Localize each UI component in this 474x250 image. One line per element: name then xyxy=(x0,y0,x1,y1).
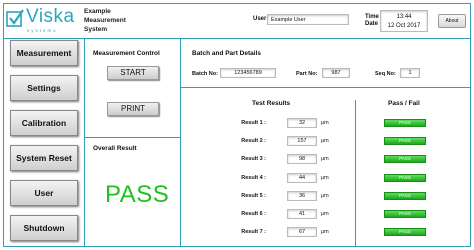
result-value-field: 41 xyxy=(287,209,317,219)
batch-no-label: Batch No: xyxy=(192,71,218,77)
batch-no-field[interactable]: 123456789 xyxy=(220,68,276,78)
result-label: Result 3 : xyxy=(241,156,266,163)
sidebar-item-measurement[interactable]: Measurement xyxy=(10,40,78,66)
result-label: Result 5 : xyxy=(241,192,266,199)
result-value-field: 157 xyxy=(287,136,317,147)
overall-divider xyxy=(84,137,180,138)
checkmark-logo-icon xyxy=(6,9,24,27)
result-label: Result 2 : xyxy=(241,138,266,145)
result-value-field: 98 xyxy=(287,154,317,165)
pass-status-badge: PASS xyxy=(384,137,426,146)
test-results-title: Test Results xyxy=(252,100,291,107)
sidebar-item-settings[interactable]: Settings xyxy=(10,75,78,101)
result-value-field: 67 xyxy=(287,227,317,238)
result-label: Result 6 : xyxy=(241,211,266,217)
pass-status-badge: PASS xyxy=(384,173,426,182)
start-button[interactable]: START xyxy=(107,66,159,80)
header-divider xyxy=(3,38,471,39)
sidebar-item-calibration[interactable]: Calibration xyxy=(10,110,78,136)
sidebar-item-shutdown[interactable]: Shutdown xyxy=(10,215,78,241)
result-unit: μm xyxy=(321,192,329,199)
batch-details-title: Batch and Part Details xyxy=(192,50,261,57)
result-unit: μm xyxy=(321,174,329,181)
pass-status-badge: PASS xyxy=(384,228,426,237)
measurement-control-title: Measurement Control xyxy=(93,50,160,57)
batch-divider xyxy=(180,87,471,88)
time-value: 13:44 xyxy=(396,14,412,20)
result-value-field: 32 xyxy=(287,118,317,128)
part-no-label: Part No: xyxy=(296,71,318,77)
user-label: User xyxy=(253,16,267,22)
time-label: Time xyxy=(365,14,379,20)
date-value: 12 Oct 2017 xyxy=(387,23,421,29)
pass-status-badge: PASS xyxy=(384,210,426,218)
result-unit: μm xyxy=(321,156,329,163)
result-unit: μm xyxy=(321,211,329,217)
brand-tagline: systems xyxy=(27,28,58,33)
result-label: Result 7 : xyxy=(241,229,266,236)
seq-no-label: Seq No: xyxy=(375,71,396,77)
viska-logo: Viska systems xyxy=(6,6,76,34)
overall-result-title: Overall Result xyxy=(93,145,137,152)
seq-no-field[interactable]: 1 xyxy=(400,68,420,78)
app-title-line: Example xyxy=(84,8,111,15)
result-unit: μm xyxy=(321,120,329,126)
result-label: Result 1 : xyxy=(241,120,266,126)
part-no-field[interactable]: 987 xyxy=(322,68,350,78)
sidebar-divider xyxy=(84,39,85,247)
pass-status-badge: PASS xyxy=(384,191,426,200)
result-value-field: 36 xyxy=(287,190,317,201)
overall-result-value: PASS xyxy=(105,181,170,208)
result-unit: μm xyxy=(321,229,329,236)
result-divider xyxy=(355,100,356,247)
app-title-line: System xyxy=(84,26,108,33)
result-unit: μm xyxy=(321,138,329,145)
result-label: Result 4 : xyxy=(241,174,266,181)
user-field: Example User xyxy=(267,14,349,25)
about-button[interactable]: About xyxy=(438,14,466,28)
sidebar-item-user[interactable]: User xyxy=(10,180,78,206)
control-divider xyxy=(180,39,181,247)
datetime-display: 13:44 12 Oct 2017 xyxy=(380,10,428,32)
pass-status-badge: PASS xyxy=(384,119,426,127)
pass-fail-title: Pass / Fail xyxy=(388,100,420,107)
print-button[interactable]: PRINT xyxy=(107,102,159,116)
date-label: Date xyxy=(365,21,379,27)
brand-name: Viska xyxy=(26,6,75,27)
result-value-field: 44 xyxy=(287,172,317,183)
sidebar-item-system-reset[interactable]: System Reset xyxy=(10,145,78,171)
app-title-line: Measurement xyxy=(84,17,126,24)
app-title: Example Measurement System xyxy=(84,7,144,34)
pass-status-badge: PASS xyxy=(384,155,426,164)
